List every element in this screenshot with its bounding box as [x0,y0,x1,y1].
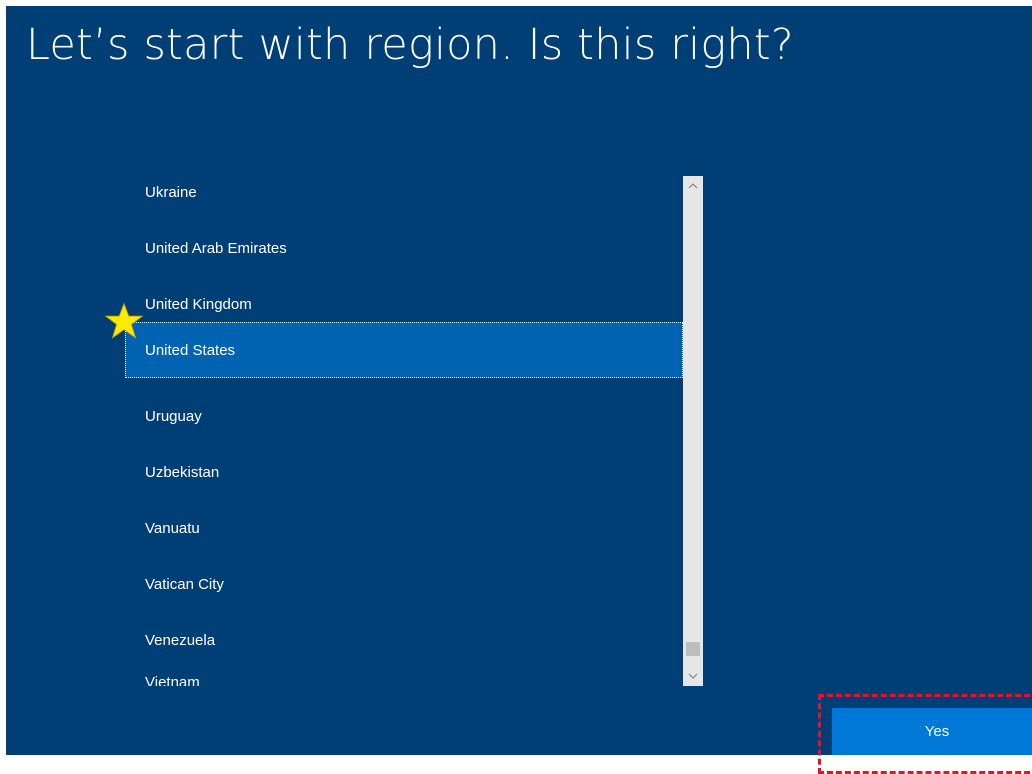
page-title: Let’s start with region. Is this right? [26,20,794,70]
list-item-label: Vanuatu [145,519,200,537]
chevron-down-icon [688,673,698,679]
list-item-label: United Kingdom [145,295,252,313]
list-item-label: Vietnam [145,674,200,686]
list-item-label: Uruguay [145,407,202,425]
chevron-up-icon [688,183,698,189]
list-scrollbar[interactable] [683,176,703,686]
list-item-selected[interactable]: United States [125,322,683,378]
list-item[interactable]: Uruguay [125,388,683,444]
list-item[interactable]: Vatican City [125,556,683,612]
star-icon [104,302,144,339]
scroll-down-button[interactable] [683,666,703,686]
list-item-label: Uzbekistan [145,463,220,481]
scroll-up-button[interactable] [683,176,703,196]
list-item[interactable]: United Arab Emirates [125,220,683,276]
list-item-label: Vatican City [145,575,224,593]
list-item-label: United Arab Emirates [145,239,287,257]
list-item[interactable]: Ukraine [125,164,683,220]
highlight-box [818,694,1032,774]
oobe-region-screen: Let’s start with region. Is this right? … [6,6,1032,755]
scroll-thumb[interactable] [686,642,700,656]
region-list[interactable]: Ukraine United Arab Emirates United King… [125,154,683,686]
list-item[interactable]: Vanuatu [125,500,683,556]
list-item-label: Ukraine [145,183,197,201]
list-item[interactable]: Vietnam [125,648,683,686]
list-item-label: Venezuela [145,631,216,649]
list-item[interactable]: Uzbekistan [125,444,683,500]
list-item-label: United States [145,341,236,359]
